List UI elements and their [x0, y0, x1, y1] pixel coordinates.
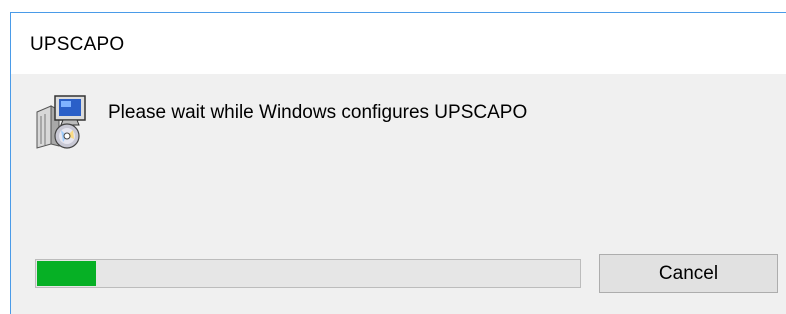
- progress-bar-fill: [37, 261, 96, 286]
- installer-dialog: UPSCAPO Please wait while Windows config…: [10, 12, 786, 314]
- status-message: Please wait while Windows configures UPS…: [108, 102, 528, 123]
- window-title: UPSCAPO: [30, 34, 125, 55]
- progress-bar: [35, 259, 581, 288]
- installer-icon: [33, 94, 93, 150]
- title-bar[interactable]: UPSCAPO: [11, 13, 786, 74]
- cancel-button[interactable]: Cancel: [599, 254, 778, 293]
- dialog-body: Please wait while Windows configures UPS…: [11, 74, 786, 314]
- installer-icon-graphic: [36, 95, 86, 149]
